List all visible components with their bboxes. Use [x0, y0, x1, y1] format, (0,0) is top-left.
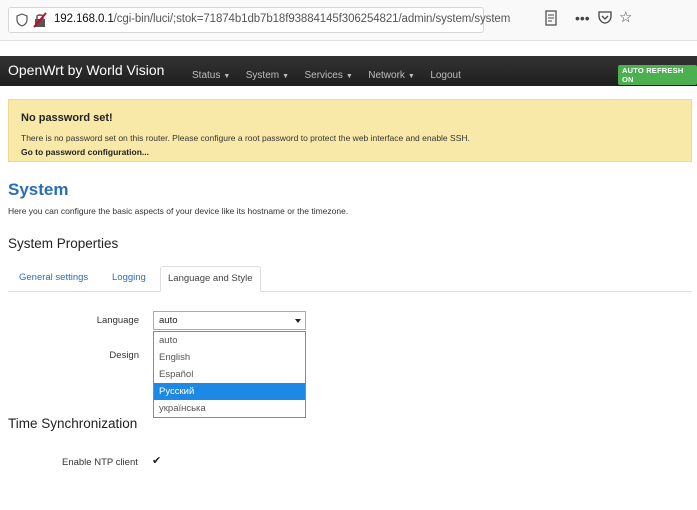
bookmark-star-icon[interactable]: ☆ — [619, 8, 632, 26]
nav-system[interactable]: System ▼ — [246, 70, 289, 81]
ntp-client-label: Enable NTP client — [62, 457, 138, 468]
password-config-link[interactable]: Go to password configuration... — [21, 147, 149, 157]
caret-down-icon: ▼ — [345, 73, 353, 80]
language-option-auto[interactable]: auto — [154, 332, 305, 349]
language-option-english[interactable]: English — [154, 349, 305, 366]
url-host: 192.168.0.1 — [54, 13, 114, 25]
caret-down-icon: ▼ — [407, 73, 415, 80]
more-icon[interactable]: ••• — [575, 10, 590, 26]
tab-bar: General settings Logging Language and St… — [8, 266, 692, 292]
ntp-client-checkbox[interactable]: ✔ — [152, 456, 163, 467]
browser-toolbar: 192.168.0.1/cgi-bin/luci/;stok=71874b1db… — [0, 0, 697, 41]
url-path: /cgi-bin/luci/;stok=71874b1db7b18f938841… — [113, 13, 511, 25]
section-title-system-properties: System Properties — [8, 236, 119, 251]
page-title: System — [8, 180, 69, 199]
no-password-warning: No password set! There is no password se… — [8, 99, 692, 162]
chevron-down-icon — [295, 319, 301, 323]
url-field[interactable]: 192.168.0.1/cgi-bin/luci/;stok=71874b1db… — [8, 7, 510, 33]
caret-down-icon: ▼ — [282, 73, 290, 80]
language-label: Language — [96, 315, 139, 326]
url-text[interactable]: 192.168.0.1/cgi-bin/luci/;stok=71874b1db… — [54, 13, 510, 25]
section-title-time-sync: Time Synchronization — [8, 416, 138, 431]
language-option-espanol[interactable]: Español — [154, 366, 305, 383]
main-nav: Status ▼ System ▼ Services ▼ Network ▼ Logou… — [192, 65, 472, 83]
nav-services[interactable]: Services ▼ — [304, 70, 352, 81]
tab-general-settings[interactable]: General settings — [12, 266, 95, 290]
top-navbar: OpenWrt by World Vision Status ▼ System ▼ … — [0, 56, 697, 86]
tab-language-and-style[interactable]: Language and Style — [160, 266, 261, 292]
language-option-ukrainian[interactable]: українська — [154, 400, 305, 417]
nav-logout[interactable]: Logout — [430, 70, 461, 81]
warning-title: No password set! — [21, 112, 113, 124]
design-label: Design — [109, 350, 139, 361]
tab-logging[interactable]: Logging — [105, 266, 153, 290]
warning-text: There is no password set on this router.… — [21, 133, 470, 143]
pocket-icon[interactable] — [598, 10, 612, 24]
auto-refresh-badge[interactable]: AUTO REFRESH ON — [618, 65, 697, 85]
brand[interactable]: OpenWrt by World Vision — [8, 62, 164, 78]
shield-icon[interactable] — [16, 13, 28, 27]
insecure-lock-icon[interactable] — [33, 12, 47, 28]
nav-status[interactable]: Status ▼ — [192, 70, 230, 81]
language-select-value: auto — [159, 315, 178, 326]
nav-network[interactable]: Network ▼ — [368, 70, 415, 81]
language-dropdown-list: auto English Español Русский українська — [153, 331, 306, 418]
language-select[interactable]: auto — [153, 311, 306, 330]
language-option-russian[interactable]: Русский — [154, 383, 305, 400]
page-description: Here you can configure the basic aspects… — [8, 206, 349, 216]
caret-down-icon: ▼ — [223, 73, 231, 80]
reader-view-icon[interactable] — [545, 10, 557, 26]
